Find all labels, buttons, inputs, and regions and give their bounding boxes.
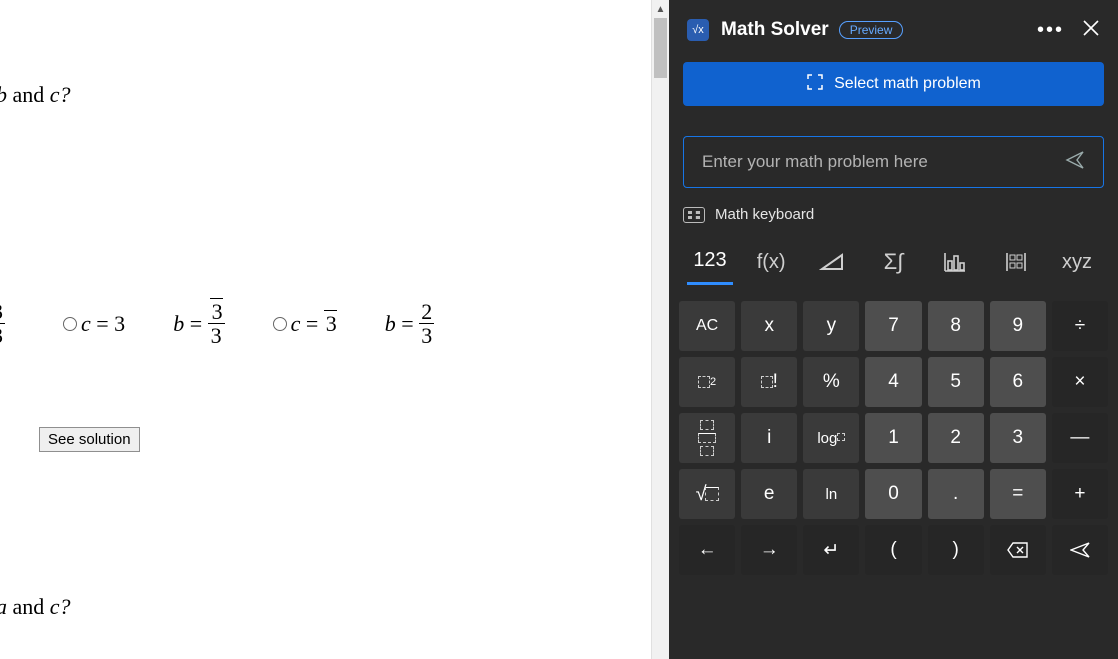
- question-2: a and c?: [0, 594, 71, 620]
- options-row: 3 3 c = 3 b = 3 3 c = 3 b = 2 3: [0, 300, 434, 347]
- key-submit[interactable]: [1052, 525, 1108, 575]
- key-divide[interactable]: ÷: [1052, 301, 1108, 351]
- sigma-integral-icon: Σ∫: [884, 249, 904, 275]
- backspace-icon: [1007, 542, 1029, 558]
- option-c-3[interactable]: c = 3: [63, 311, 125, 337]
- key-fraction[interactable]: [679, 413, 735, 463]
- math-solver-panel: √x Math Solver Preview ••• Select math p…: [669, 0, 1118, 659]
- key-right[interactable]: →: [741, 525, 797, 575]
- main-content: b and c? 3 3 c = 3 b = 3 3 c = 3 b =: [0, 0, 651, 659]
- key-e[interactable]: e: [741, 469, 797, 519]
- key-0[interactable]: 0: [865, 469, 921, 519]
- tab-numbers[interactable]: 123: [687, 249, 733, 285]
- see-solution-button[interactable]: See solution: [39, 427, 140, 452]
- key-ac[interactable]: AC: [679, 301, 735, 351]
- panel-header: √x Math Solver Preview •••: [669, 0, 1118, 60]
- key-percent[interactable]: %: [803, 357, 859, 407]
- scroll-up-icon[interactable]: ▲: [652, 0, 669, 18]
- key-3[interactable]: 3: [990, 413, 1046, 463]
- option-b-sqrt3-3: b = 3 3: [173, 300, 224, 347]
- key-square[interactable]: 2: [679, 357, 735, 407]
- radio-icon: [63, 317, 77, 331]
- matrix-icon: [1003, 251, 1029, 273]
- math-keyboard-toggle[interactable]: Math keyboard: [683, 206, 1104, 223]
- preview-badge: Preview: [839, 21, 904, 39]
- option-c-sqrt3[interactable]: c = 3: [273, 310, 337, 337]
- panel-title: Math Solver: [721, 19, 829, 41]
- key-multiply[interactable]: ×: [1052, 357, 1108, 407]
- key-9[interactable]: 9: [990, 301, 1046, 351]
- keyboard-tabs: 123 f(x) Σ∫ xyz: [683, 249, 1104, 285]
- tab-stats[interactable]: [932, 251, 978, 283]
- key-dot[interactable]: .: [928, 469, 984, 519]
- radio-icon: [273, 317, 287, 331]
- key-2[interactable]: 2: [928, 413, 984, 463]
- key-backspace[interactable]: [990, 525, 1046, 575]
- tab-matrix[interactable]: [993, 251, 1039, 283]
- key-5[interactable]: 5: [928, 357, 984, 407]
- question-1: b and c?: [0, 82, 71, 108]
- key-6[interactable]: 6: [990, 357, 1046, 407]
- key-ln[interactable]: ln: [803, 469, 859, 519]
- vertical-scrollbar[interactable]: ▲: [651, 0, 669, 659]
- math-solver-icon: √x: [687, 19, 709, 41]
- tab-fx[interactable]: f(x): [748, 251, 794, 284]
- bar-chart-icon: [942, 251, 968, 273]
- key-sqrt[interactable]: √: [679, 469, 735, 519]
- tab-sigma[interactable]: Σ∫: [870, 249, 916, 285]
- key-minus[interactable]: —: [1052, 413, 1108, 463]
- key-newline[interactable]: ↵: [803, 525, 859, 575]
- keypad: AC x y 7 8 9 ÷ 2 ! % 4 5 6 × i log 1 2 3…: [679, 301, 1108, 575]
- key-lparen[interactable]: (: [865, 525, 921, 575]
- math-input[interactable]: [702, 152, 1065, 172]
- key-rparen[interactable]: ): [928, 525, 984, 575]
- key-x[interactable]: x: [741, 301, 797, 351]
- crop-icon: [806, 73, 824, 96]
- key-equals[interactable]: =: [990, 469, 1046, 519]
- triangle-icon: [819, 252, 845, 272]
- key-7[interactable]: 7: [865, 301, 921, 351]
- key-8[interactable]: 8: [928, 301, 984, 351]
- close-icon: [1082, 19, 1100, 37]
- math-input-wrap: [683, 136, 1104, 188]
- close-button[interactable]: [1082, 19, 1100, 41]
- key-i[interactable]: i: [741, 413, 797, 463]
- key-factorial[interactable]: !: [741, 357, 797, 407]
- key-1[interactable]: 1: [865, 413, 921, 463]
- option-b-2-3: b = 2 3: [385, 300, 434, 347]
- key-log[interactable]: log: [803, 413, 859, 463]
- key-4[interactable]: 4: [865, 357, 921, 407]
- key-y[interactable]: y: [803, 301, 859, 351]
- tab-triangle[interactable]: [809, 252, 855, 282]
- key-left[interactable]: ←: [679, 525, 735, 575]
- fraction-fragment: 3 3: [0, 300, 5, 347]
- key-plus[interactable]: +: [1052, 469, 1108, 519]
- more-options-button[interactable]: •••: [1037, 20, 1064, 40]
- tab-xyz[interactable]: xyz: [1054, 251, 1100, 284]
- send-icon[interactable]: [1065, 150, 1085, 175]
- send-icon: [1070, 542, 1090, 558]
- scroll-thumb[interactable]: [654, 18, 667, 78]
- keyboard-icon: [683, 207, 705, 223]
- select-math-problem-button[interactable]: Select math problem: [683, 62, 1104, 106]
